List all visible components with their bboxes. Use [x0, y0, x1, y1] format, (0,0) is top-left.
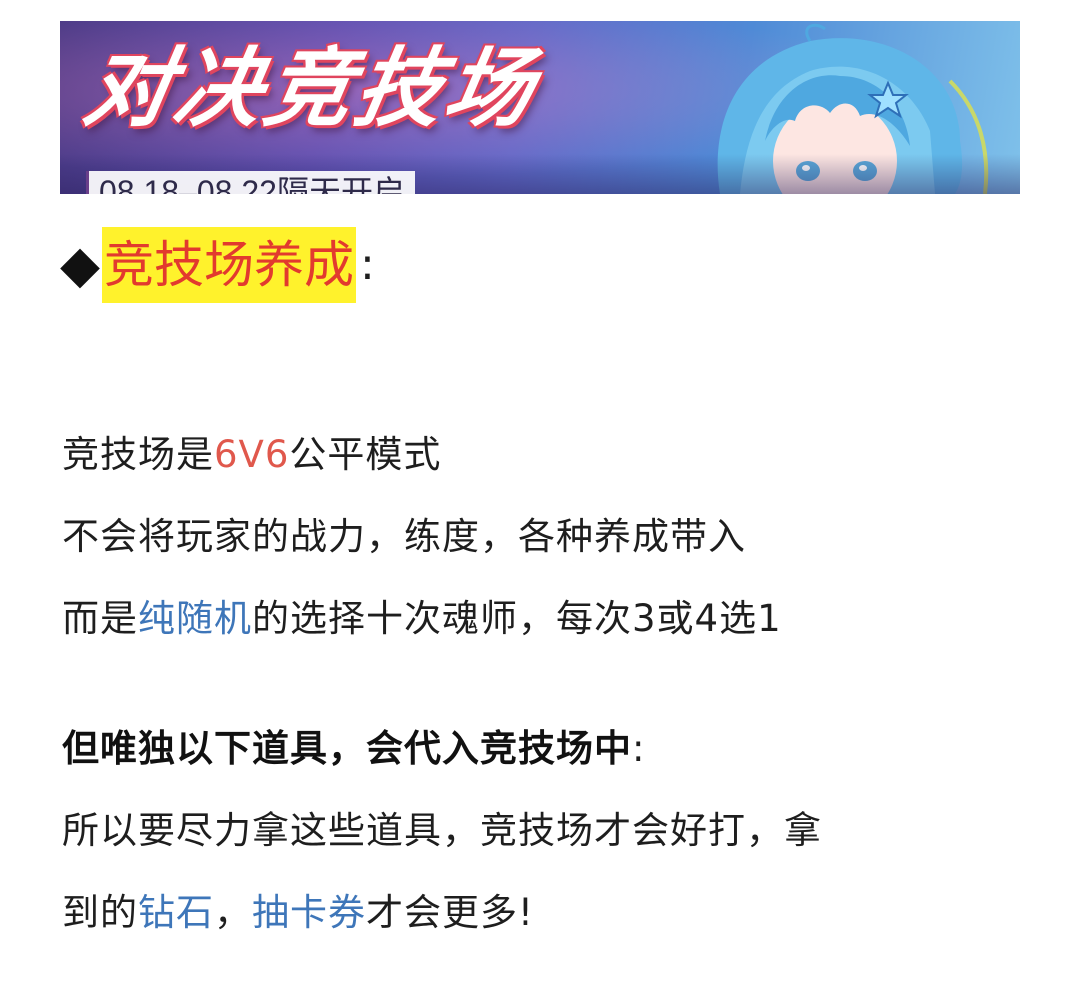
text-segment: : [632, 727, 646, 770]
gacha-ticket-text: 抽卡券 [252, 891, 366, 934]
diamond-bullet-icon: ◆ [60, 235, 100, 295]
heading-highlight-text: 竞技场养成 [102, 227, 356, 303]
paragraph1-line3: 而是纯随机的选择十次魂师，每次3或4选1 [62, 594, 782, 644]
section-heading: ◆竞技场养成: [60, 227, 375, 303]
paragraph1-line1: 竞技场是6V6公平模式 [62, 430, 441, 480]
paragraph2-line1: 但唯独以下道具，会代入竞技场中: [62, 724, 645, 774]
banner-date-label: 08.18–08.22隔天开启 [86, 171, 415, 194]
text-segment: 的选择十次魂师，每次3或4选1 [252, 597, 782, 640]
paragraph2-line3: 到的钻石，抽卡券才会更多! [62, 888, 534, 938]
text-segment: 竞技场是 [62, 433, 214, 476]
bold-lead-text: 但唯独以下道具，会代入竞技场中 [62, 727, 632, 770]
text-segment: 而是 [62, 597, 138, 640]
paragraph2-line2: 所以要尽力拿这些道具，竞技场才会好打，拿 [62, 809, 822, 852]
text-segment: 公平模式 [289, 433, 442, 476]
paragraph1-line2: 不会将玩家的战力，练度，各种养成带入 [62, 515, 746, 558]
banner-title: 对决竞技场 [77, 39, 545, 139]
mode-highlight-text: 6V6 [214, 433, 290, 476]
text-segment: 才会更多! [366, 891, 534, 934]
random-highlight-text: 纯随机 [138, 597, 252, 640]
event-banner: 对决竞技场 08.18–08.22隔天开启 [60, 21, 1020, 194]
text-segment: 到的 [62, 891, 138, 934]
diamond-item-text: 钻石 [138, 891, 214, 934]
heading-colon: : [360, 239, 375, 290]
text-segment: ， [214, 891, 252, 934]
